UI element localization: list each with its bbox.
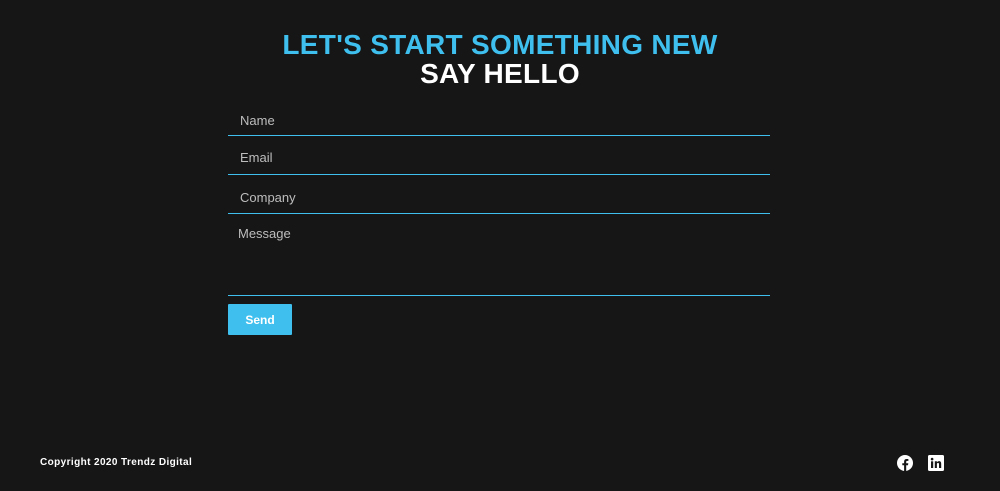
contact-form (228, 104, 770, 296)
name-input[interactable] (228, 104, 770, 136)
page-subtitle: SAY HELLO (420, 58, 580, 89)
facebook-icon (897, 455, 913, 471)
linkedin-link[interactable] (928, 455, 944, 471)
message-textarea[interactable] (228, 214, 770, 296)
send-button[interactable]: Send (228, 304, 292, 335)
linkedin-icon (928, 455, 944, 471)
copyright-text: Copyright 2020 Trendz Digital (40, 457, 193, 468)
contact-page: LET'S START SOMETHING NEW SAY HELLO Send… (0, 0, 1000, 491)
email-input[interactable] (228, 136, 770, 175)
company-input[interactable] (228, 175, 770, 214)
facebook-link[interactable] (897, 455, 913, 471)
